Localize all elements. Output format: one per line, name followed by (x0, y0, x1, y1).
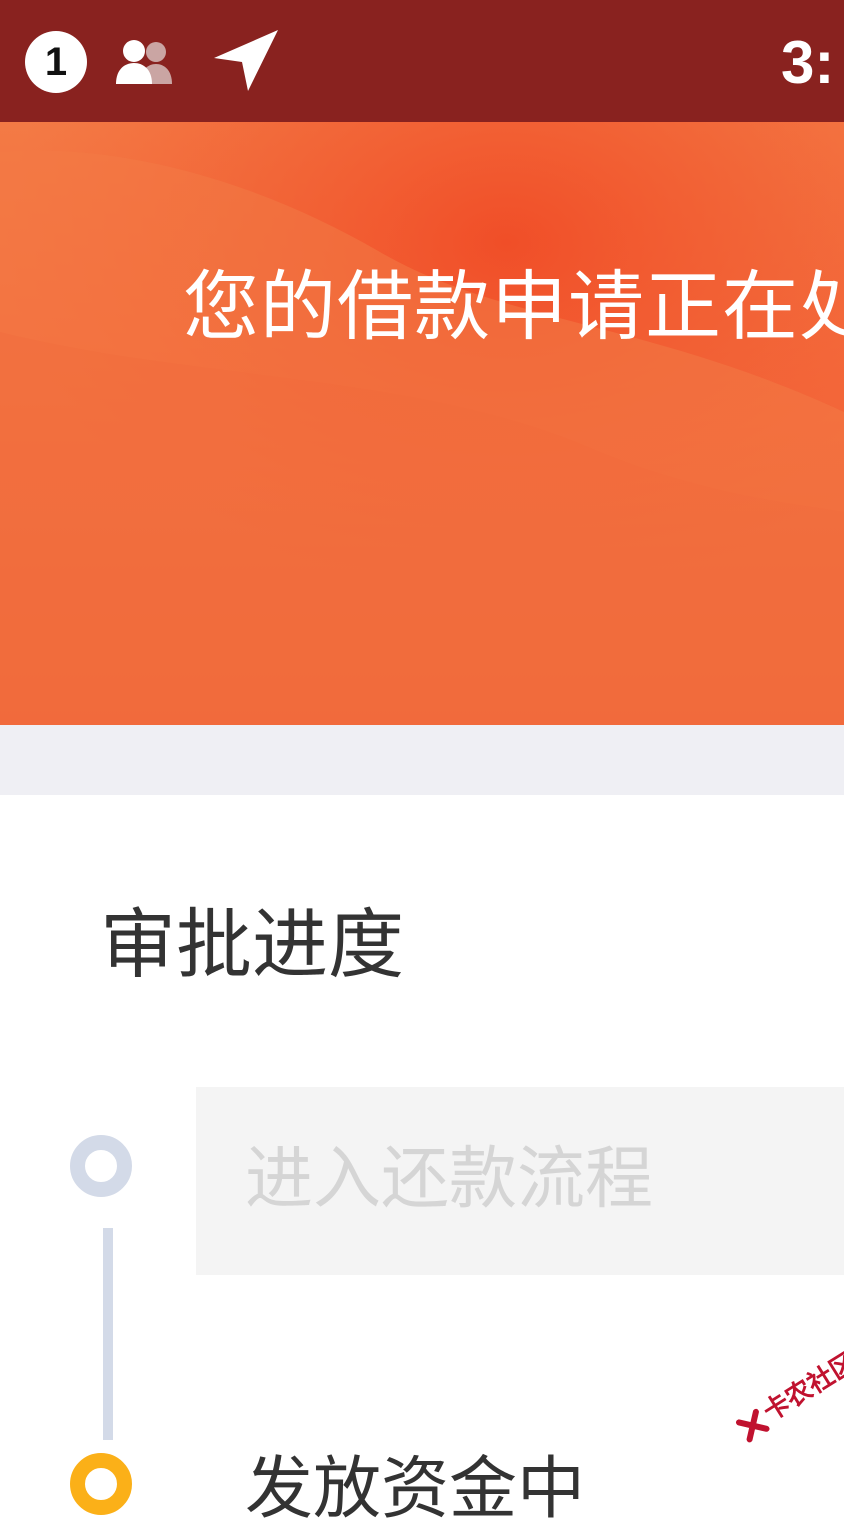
step-label-repayment: 进入还款流程 (245, 1140, 654, 1219)
watermark-text: 卡农社区 (757, 1346, 844, 1427)
status-time: 3: (781, 29, 835, 96)
timeline-connector (103, 1228, 113, 1440)
location-arrow-icon (212, 28, 280, 98)
timeline-node-active (70, 1453, 132, 1515)
notification-count-badge: 1 (25, 31, 87, 93)
hero-wave-decoration (0, 122, 844, 725)
contacts-icon (112, 38, 184, 92)
approval-progress-title: 审批进度 (100, 900, 404, 989)
hero-banner: 您的借款申请正在处 (0, 122, 844, 725)
hero-title: 您的借款申请正在处 (183, 262, 844, 351)
section-divider (0, 725, 844, 795)
timeline-node-pending (70, 1135, 132, 1197)
step-label-disbursing: 发放资金中 (245, 1450, 586, 1529)
watermark: 卡农社区 (730, 1342, 844, 1447)
status-bar: 1 3: (0, 0, 844, 122)
